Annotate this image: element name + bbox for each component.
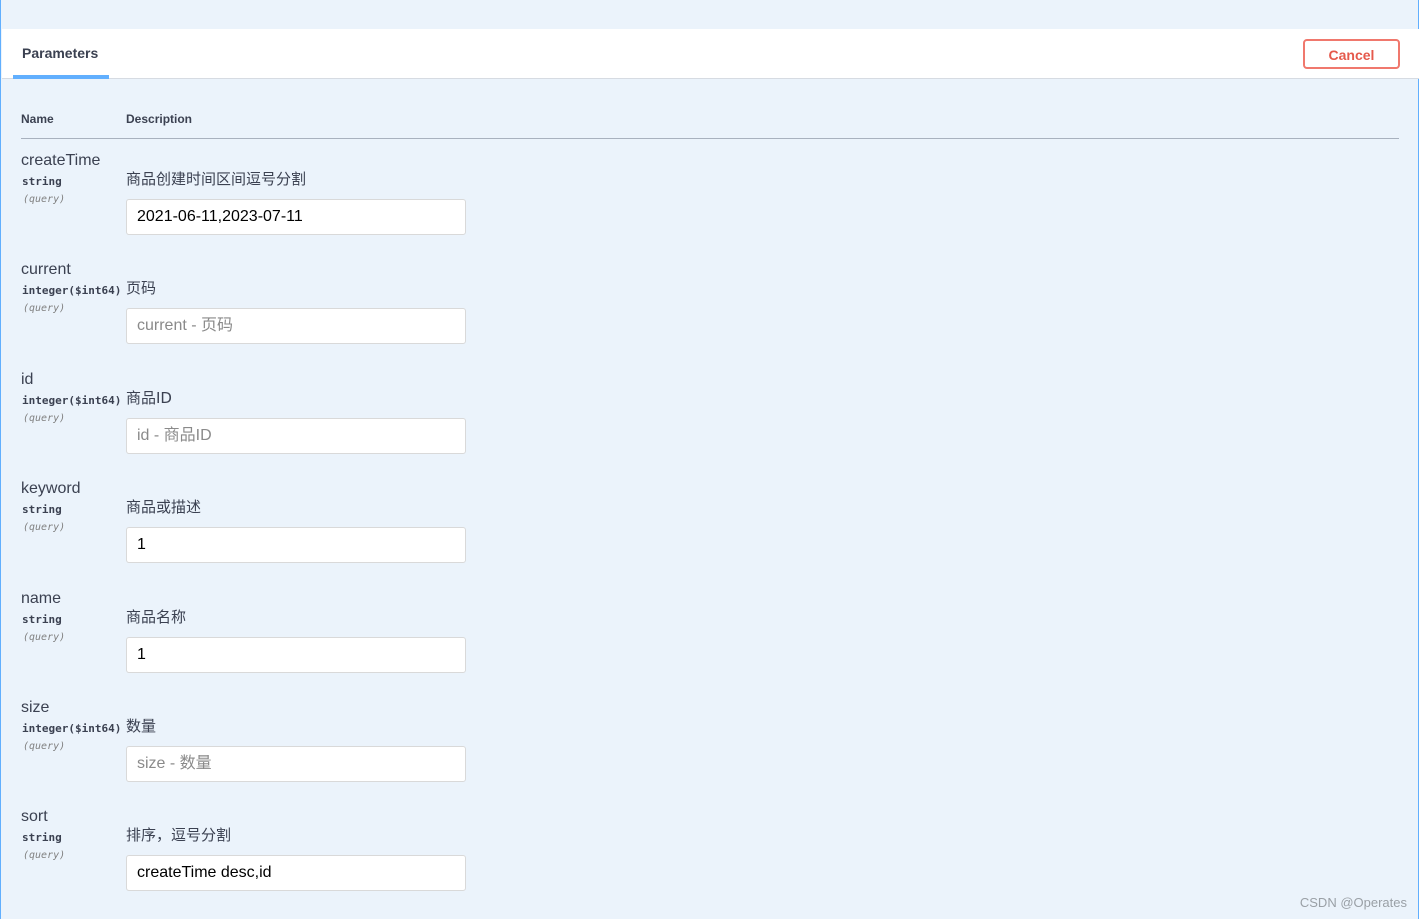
param-location: (query) — [23, 632, 66, 643]
param-row-sort: sort string (query) 排序，逗号分割 — [1, 808, 1420, 917]
param-location: (query) — [23, 850, 66, 861]
param-description: 数量 — [126, 717, 157, 735]
sort-input[interactable] — [126, 855, 466, 891]
param-name: name — [21, 590, 62, 607]
watermark: CSDN @Operates — [1299, 895, 1407, 910]
size-input[interactable] — [126, 746, 466, 782]
param-type: string — [22, 613, 62, 626]
createtime-input[interactable] — [126, 199, 466, 235]
parameters-panel: Parameters Cancel Name Description creat… — [0, 0, 1419, 919]
param-description: 商品ID — [126, 389, 172, 407]
name-input[interactable] — [126, 637, 466, 673]
tab-parameters[interactable]: Parameters — [13, 29, 109, 79]
param-description: 排序，逗号分割 — [126, 826, 232, 844]
param-type: integer($int64) — [22, 394, 122, 407]
param-name: id — [21, 371, 34, 388]
param-name: size — [21, 699, 50, 716]
tab-parameters-label: Parameters — [22, 45, 99, 61]
param-location: (query) — [23, 522, 66, 533]
param-type: integer($int64) — [22, 722, 122, 735]
param-row-size: size integer($int64) (query) 数量 — [1, 699, 1420, 808]
keyword-input[interactable] — [126, 527, 466, 563]
current-input[interactable] — [126, 308, 466, 344]
param-description: 商品名称 — [126, 608, 187, 626]
param-location: (query) — [23, 303, 66, 314]
header-divider — [21, 138, 1399, 139]
param-type: string — [22, 503, 62, 516]
param-location: (query) — [23, 741, 66, 752]
param-name: createTime — [21, 152, 101, 169]
column-header-name: Name — [21, 112, 54, 126]
param-type: integer($int64) — [22, 284, 122, 297]
param-row-current: current integer($int64) (query) 页码 — [1, 261, 1420, 370]
param-row-createtime: createTime string (query) 商品创建时间区间逗号分割 — [1, 152, 1420, 261]
param-location: (query) — [23, 194, 66, 205]
param-description: 商品创建时间区间逗号分割 — [126, 170, 307, 188]
param-description: 页码 — [126, 279, 157, 297]
param-location: (query) — [23, 413, 66, 424]
column-header-description: Description — [126, 112, 193, 126]
param-row-name: name string (query) 商品名称 — [1, 590, 1420, 699]
param-type: string — [22, 831, 62, 844]
id-input[interactable] — [126, 418, 466, 454]
param-description: 商品或描述 — [126, 498, 202, 516]
param-name: sort — [21, 808, 48, 825]
param-row-id: id integer($int64) (query) 商品ID — [1, 371, 1420, 480]
param-row-keyword: keyword string (query) 商品或描述 — [1, 480, 1420, 589]
param-type: string — [22, 175, 62, 188]
param-name: current — [21, 261, 71, 278]
cancel-button[interactable]: Cancel — [1303, 39, 1400, 69]
tab-header: Parameters Cancel — [2, 29, 1419, 79]
param-name: keyword — [21, 480, 81, 497]
